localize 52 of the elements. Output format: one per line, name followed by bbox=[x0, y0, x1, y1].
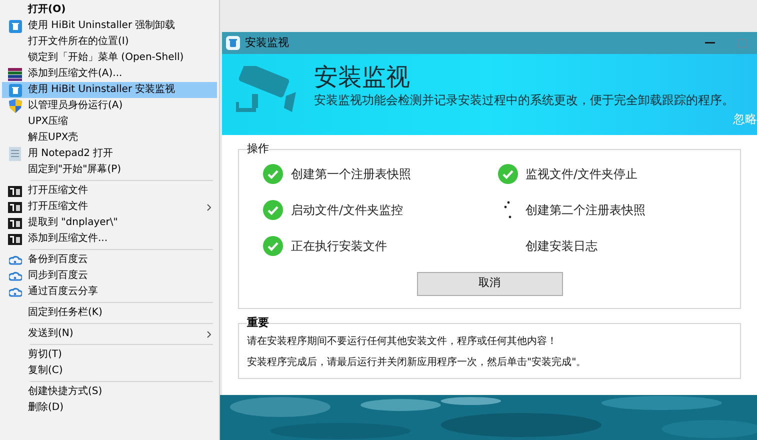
menu-item[interactable]: 剪切(T) bbox=[2, 347, 217, 363]
menu-item[interactable]: 复制(C) bbox=[2, 363, 217, 379]
banner-description: 安装监视功能会检测并记录安装过程中的系统更改，便于完全卸载跟踪的程序。 bbox=[314, 92, 734, 108]
menu-item[interactable]: 解压UPX壳 bbox=[2, 130, 217, 146]
menu-item[interactable]: 添加到压缩文件(A)... bbox=[2, 66, 217, 82]
step-label: 监视文件/文件夹停止 bbox=[526, 166, 638, 182]
archive-icon bbox=[8, 218, 22, 228]
step-label: 创建第二个注册表快照 bbox=[526, 202, 646, 218]
menu-item[interactable]: UPX压缩 bbox=[2, 114, 217, 130]
trash-icon bbox=[8, 84, 22, 96]
menu-item[interactable]: 创建快捷方式(S) bbox=[2, 384, 217, 400]
menu-item[interactable]: 发送到(N) bbox=[2, 326, 217, 342]
group-title: 操作 bbox=[247, 141, 269, 157]
menu-item[interactable]: 打开文件所在的位置(I) bbox=[2, 34, 217, 50]
menu-item[interactable]: 锁定到「开始」菜单 (Open-Shell) bbox=[2, 50, 217, 66]
archive-icon bbox=[8, 202, 22, 212]
menu-item[interactable]: 固定到任务栏(K) bbox=[2, 305, 217, 321]
group-title: 重要 bbox=[247, 315, 269, 331]
menu-item[interactable]: 备份到百度云 bbox=[2, 252, 217, 268]
notepad-icon bbox=[9, 147, 21, 161]
trash-icon bbox=[8, 20, 22, 32]
step-label: 创建安装日志 bbox=[526, 238, 598, 254]
step-label: 启动文件/文件夹监控 bbox=[291, 202, 404, 218]
app-icon bbox=[226, 36, 240, 50]
archive-icon bbox=[8, 234, 22, 244]
banner-heading: 安装监视 bbox=[314, 62, 411, 92]
menu-item[interactable]: 添加到压缩文件... bbox=[2, 231, 217, 247]
menu-item[interactable]: 固定到"开始"屏幕(P) bbox=[2, 162, 217, 178]
menu-item[interactable]: 通过百度云分享 bbox=[2, 284, 217, 300]
step-label: 正在执行安装文件 bbox=[291, 238, 387, 254]
menu-item[interactable]: 打开压缩文件 bbox=[2, 199, 217, 215]
books-icon bbox=[8, 68, 22, 80]
cloud-icon bbox=[8, 254, 22, 266]
window-title: 安装监视 bbox=[245, 34, 289, 51]
menu-item[interactable]: 打开压缩文件 bbox=[2, 183, 217, 199]
minimize-icon[interactable] bbox=[705, 42, 715, 44]
menu-item[interactable]: 提取到 "dnplayer\" bbox=[2, 215, 217, 231]
menu-item[interactable]: 删除(D) bbox=[2, 400, 217, 416]
menu-item[interactable]: 打开(O) bbox=[2, 2, 217, 18]
archive-icon bbox=[8, 186, 22, 196]
cloud-icon bbox=[8, 270, 22, 282]
step-label: 创建第一个注册表快照 bbox=[291, 166, 411, 182]
menu-item[interactable]: 以管理员身份运行(A) bbox=[2, 98, 217, 114]
menu-item[interactable]: 使用 HiBit Uninstaller 安装监视 bbox=[2, 82, 217, 98]
menu-item[interactable]: 用 Notepad2 打开 bbox=[2, 146, 217, 162]
shield-icon bbox=[8, 99, 22, 113]
menu-item[interactable]: 使用 HiBit Uninstaller 强制卸载 bbox=[2, 18, 217, 34]
menu-item[interactable]: 同步到百度云 bbox=[2, 268, 217, 284]
notice-text: 安装程序完成后，请最后运行并关闭新应用程序一次，然后单击"安装完成"。 bbox=[247, 356, 588, 370]
cancel-button[interactable]: 取消 bbox=[416, 272, 562, 296]
notice-text: 请在安装程序期间不要运行任何其他安装文件，程序或任何其他内容！ bbox=[247, 334, 558, 348]
cloud-icon bbox=[8, 286, 22, 298]
